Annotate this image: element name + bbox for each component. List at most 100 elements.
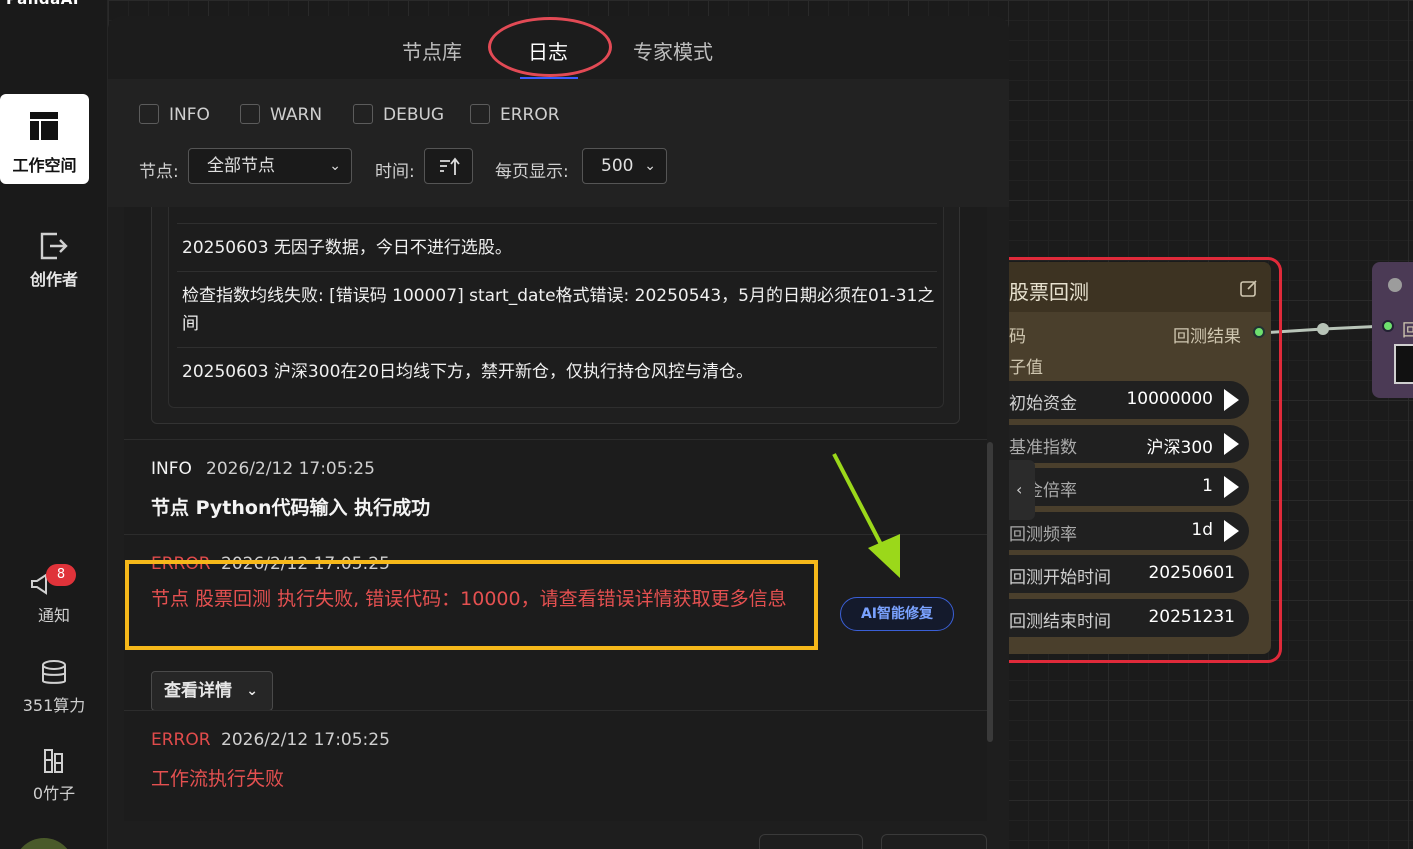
ai-fix-button[interactable]: AI智能修复 [840,597,954,631]
chevron-left-icon: ‹ [1016,480,1023,499]
filter-warn-checkbox[interactable]: WARN [240,104,322,125]
filter-info-checkbox[interactable]: INFO [139,104,210,125]
sidebar-item-notifications[interactable]: 8 通知 [0,564,108,626]
sidebar-item-label: 创作者 [29,270,78,289]
footer-button[interactable] [759,834,863,849]
brand-logo: PandaAI [6,0,79,8]
divider [177,271,937,272]
layout-icon [30,112,58,140]
checkbox-label: INFO [169,105,210,125]
sidebar-item-label: 0竹子 [32,784,76,803]
tab-node-library[interactable]: 节点库 [402,36,462,65]
page-size-label: 每页显示: [495,162,569,182]
param-value: 1d [1191,520,1213,540]
footer-button[interactable] [881,834,987,849]
next-node[interactable]: 回 [1372,262,1413,398]
avatar[interactable] [14,838,74,849]
next-node-input-label: 回 [1402,321,1413,341]
log-output-line: 20250603 沪深300在20日均线下方，禁开新仓，仅执行持仓风控与清仓。 [182,362,754,382]
log-message: 工作流执行失败 [151,768,285,790]
param-backtest-frequency[interactable]: 回测频率 1d [999,512,1249,550]
log-timestamp: 2026/2/12 17:05:25 [206,459,375,479]
node-header[interactable]: 股票回测 [1009,262,1271,312]
log-timestamp: 2026/2/12 17:05:25 [221,730,390,750]
sidebar-item-label: 通知 [37,606,70,625]
page-size-select[interactable]: 500 ⌄ [582,148,667,184]
param-value: 20251231 [1148,607,1235,627]
node-input-label-2: 子值 [1009,358,1043,378]
param-benchmark-index[interactable]: 基准指数 沪深300 [999,425,1249,463]
divider [124,439,987,440]
log-output-line: 20250603 无因子数据，今日不进行选股。 [182,238,512,258]
checkbox-label: ERROR [500,105,560,125]
time-sort-label: 时间: [375,162,415,182]
checkbox-box[interactable] [139,104,159,124]
app-root: 回 股票回测 码 子值 回测结果 初始资金 10000000 基准指数 沪深30… [0,0,1413,849]
node-input-label-1: 码 [1009,327,1026,347]
play-arrow-icon[interactable] [1224,476,1239,498]
log-output-line: 检查指数均线失败: [错误码 100007] start_date格式错误: 2… [182,286,935,334]
log-filters: INFO WARN DEBUG ERROR 节点: 全部节点 ⌄ 时间: 每页显… [108,79,1009,207]
param-label: 回测开始时间 [1009,568,1111,588]
select-value: 500 [601,156,634,176]
param-label: 回测频率 [1009,525,1077,545]
time-sort-button[interactable] [424,148,473,184]
arrow-annotation [832,453,900,578]
view-details-button[interactable]: 查看详情 ⌄ [151,671,273,711]
database-icon [42,660,66,684]
checkbox-label: WARN [270,105,323,125]
log-output-content: 20250603 无因子数据，今日不进行选股。 检查指数均线失败: [错误码 1… [168,207,944,408]
chevron-down-icon: ⌄ [329,158,341,174]
select-value: 全部节点 [207,156,275,176]
node-output-port[interactable] [1253,326,1265,338]
node-title: 股票回测 [1009,280,1089,304]
checkbox-box[interactable] [353,104,373,124]
tab-expert-mode[interactable]: 专家模式 [633,36,713,65]
panel-tabs: 节点库 日志 专家模式 [108,16,1009,79]
param-commission-rate[interactable]: 佣金倍率 1 [999,468,1249,506]
filter-debug-checkbox[interactable]: DEBUG [353,104,444,125]
play-arrow-icon[interactable] [1224,389,1239,411]
log-output-box: 20250603 无因子数据，今日不进行选股。 检查指数均线失败: [错误码 1… [151,207,960,424]
sidebar-item-label: 351算力 [22,696,86,715]
checkbox-label: DEBUG [383,105,445,125]
sidebar-item-creator[interactable]: 创作者 [0,232,108,290]
divider [124,710,987,711]
chevron-down-icon: ⌄ [246,683,258,699]
edit-icon[interactable] [1239,278,1259,298]
highlight-circle-annotation [488,17,612,77]
sort-ascending-icon [440,157,460,175]
chevron-down-icon: ⌄ [644,158,656,174]
node-filter-label: 节点: [139,162,179,182]
sidebar-item-bamboo[interactable]: 0竹子 [0,748,108,804]
checkbox-box[interactable] [470,104,490,124]
stock-backtest-node[interactable]: 股票回测 码 子值 回测结果 初始资金 10000000 基准指数 沪深300 … [999,262,1271,654]
param-value: 1 [1202,476,1213,496]
filter-error-checkbox[interactable]: ERROR [470,104,560,125]
highlight-box-annotation [125,560,818,650]
node-output-label: 回测结果 [1173,327,1241,347]
log-level: INFO [151,459,192,479]
button-label: 查看详情 [164,681,232,701]
param-label: 初始资金 [1009,394,1077,414]
notification-badge: 8 [46,564,76,586]
param-label: 回测结束时间 [1009,612,1111,632]
play-arrow-icon[interactable] [1224,433,1239,455]
param-backtest-start[interactable]: 回测开始时间 20250601 [999,555,1249,593]
sidebar-item-compute[interactable]: 351算力 [0,660,108,716]
param-value: 10000000 [1126,389,1213,409]
param-backtest-end[interactable]: 回测结束时间 20251231 [999,599,1249,637]
play-arrow-icon[interactable] [1224,520,1239,542]
log-scrollbar[interactable] [987,442,993,742]
next-node-preview [1394,344,1413,384]
bamboo-icon [44,749,63,773]
log-message: 节点 Python代码输入 执行成功 [151,497,431,519]
sidebar-item-workspace[interactable]: 工作空间 [0,94,89,184]
divider [177,347,937,348]
log-level: ERROR [151,730,211,750]
param-initial-capital[interactable]: 初始资金 10000000 [999,381,1249,419]
next-node-input-dot[interactable] [1382,320,1394,332]
node-filter-select[interactable]: 全部节点 ⌄ [188,148,352,184]
checkbox-box[interactable] [240,104,260,124]
panel-collapse-handle[interactable]: ‹ [1009,460,1035,520]
